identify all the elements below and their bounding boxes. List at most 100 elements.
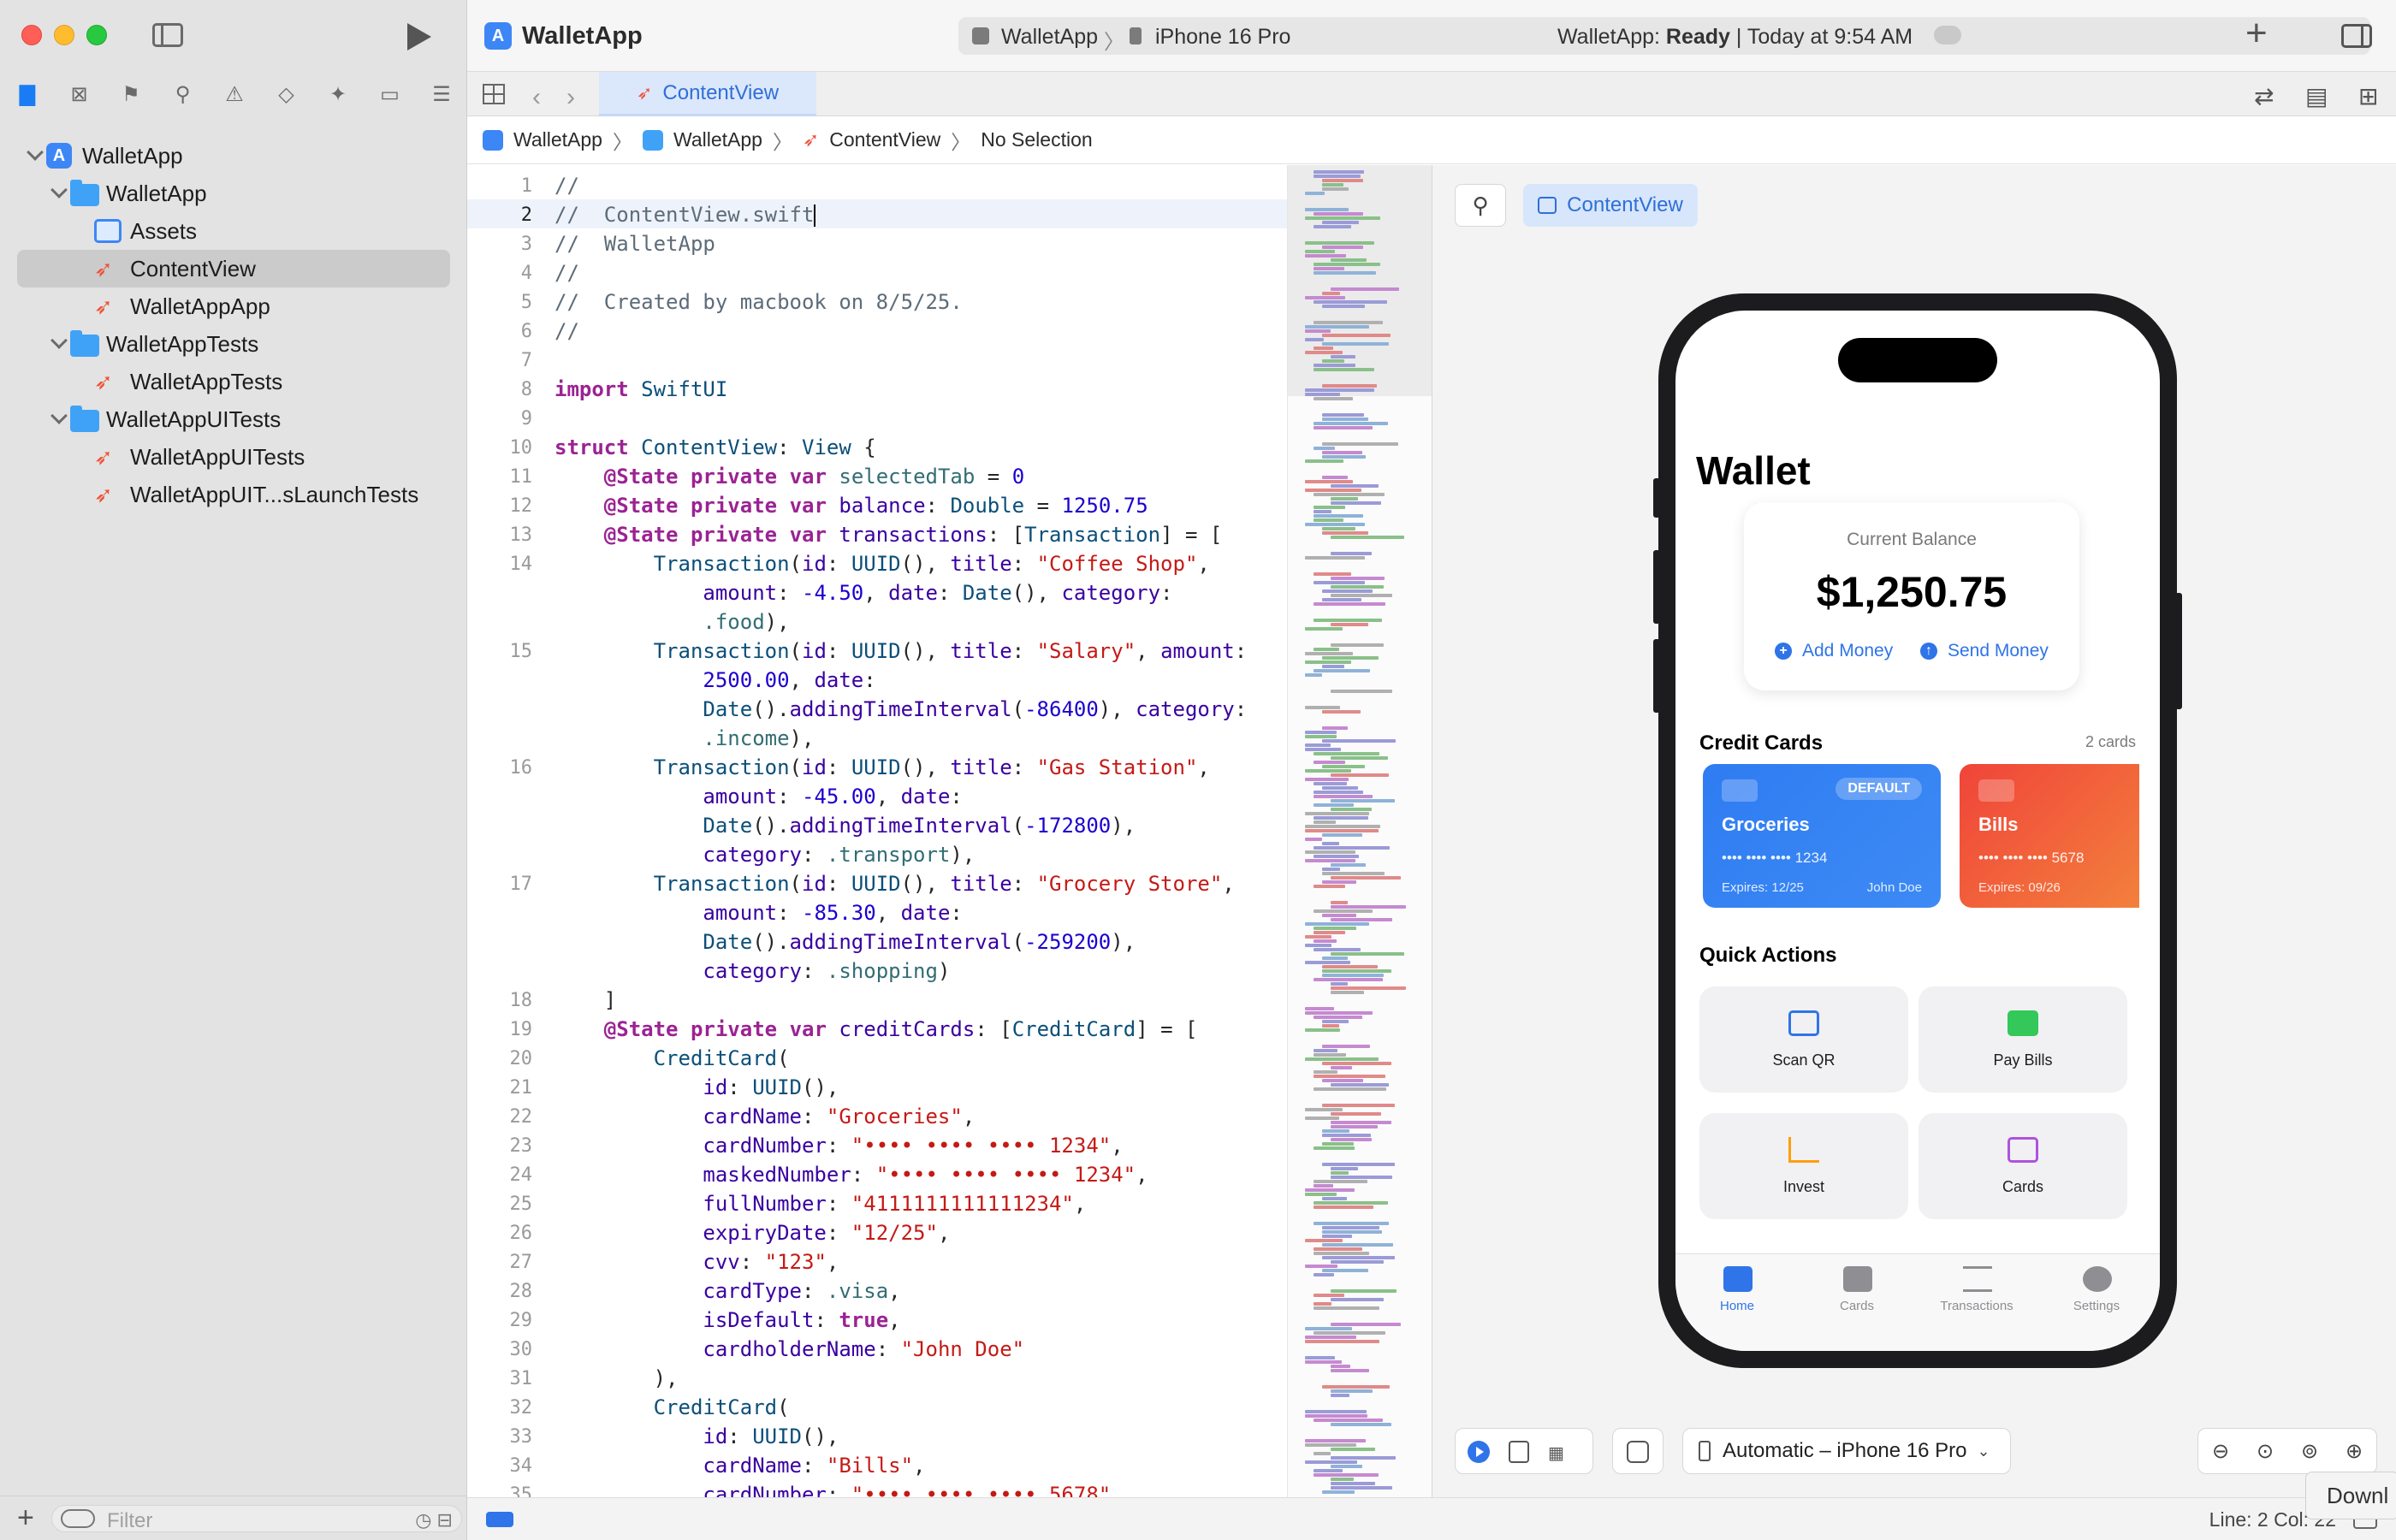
code-line[interactable]: Transaction(id: UUID(), title: "Salary",… [555,639,1248,663]
code-line[interactable]: import SwiftUI [555,377,727,401]
inspector-toggle-icon[interactable] [2341,24,2372,48]
code-line[interactable]: cardName: "Groceries", [555,1105,975,1128]
code-line[interactable]: // [555,319,579,343]
tree-item-swift[interactable]: ➶ ContentView [17,250,450,287]
add-library-button[interactable]: + [2245,12,2268,55]
code-line[interactable]: // ContentView.swift [555,203,816,227]
breadcrumb-folder[interactable]: WalletApp [673,128,762,151]
code-line[interactable]: .food), [555,610,789,634]
code-line[interactable]: // WalletApp [555,232,715,256]
code-line[interactable]: id: UUID(), [555,1424,839,1448]
code-line[interactable]: maskedNumber: "•••• •••• •••• 1234", [555,1163,1148,1187]
line-number[interactable]: 16 [467,757,533,779]
tree-item-folder[interactable]: WalletAppTests [0,325,467,363]
code-line[interactable]: category: .transport), [555,843,975,867]
line-number[interactable]: 10 [467,437,533,459]
line-number[interactable]: 21 [467,1077,533,1099]
line-number[interactable]: 1 [467,175,532,197]
tree-item-swift[interactable]: ➶ WalletAppUIT...sLaunchTests [0,476,467,513]
line-number[interactable]: 11 [467,466,533,488]
code-line[interactable]: Transaction(id: UUID(), title: "Gas Stat… [555,755,1210,779]
line-number[interactable]: 12 [467,495,533,517]
close-window-button[interactable] [21,25,42,45]
minimize-window-button[interactable] [54,25,74,45]
line-number[interactable]: 15 [467,641,533,662]
device-screen[interactable]: Wallet Current Balance $1,250.75 + Add Mo… [1675,311,2160,1351]
code-line[interactable]: @State private var balance: Double = 125… [555,494,1148,518]
line-number[interactable]: 7 [467,350,532,371]
bookmark-icon[interactable]: ⚑ [116,79,146,110]
folder-icon[interactable]: ▇ [12,79,43,110]
debug-area-toggle[interactable] [486,1512,513,1527]
code-line[interactable]: Transaction(id: UUID(), title: "Coffee S… [555,552,1210,576]
line-number[interactable]: 17 [467,874,533,895]
related-items-icon[interactable] [483,84,505,104]
credit-card-bills[interactable]: Bills •••• •••• •••• 5678 Expires: 09/26… [1960,764,2139,908]
line-number[interactable]: 9 [467,408,532,429]
code-editor[interactable]: 1 // 2 // ContentView.swift 3 // WalletApp 4 //… [467,165,1287,1497]
quick-action-pay-bills[interactable]: Pay Bills [1919,986,2127,1093]
code-line[interactable]: Transaction(id: UUID(), title: "Grocery … [555,872,1235,896]
pin-button[interactable]: ⚲ [1455,184,1506,227]
scheme-selector[interactable]: WalletApp [1001,25,1098,50]
code-line[interactable]: // [555,261,579,285]
tab-home[interactable]: Home [1677,1254,1797,1323]
back-button[interactable]: ‹ [532,83,541,112]
tree-item-folder[interactable]: WalletAppUITests [0,400,467,438]
line-number[interactable]: 33 [467,1426,533,1448]
code-line[interactable]: category: .shopping) [555,959,950,983]
source-control-icon[interactable]: ⊠ [64,79,95,110]
line-number[interactable]: 6 [467,321,532,342]
destination-selector[interactable]: iPhone 16 Pro [1155,25,1290,50]
code-line[interactable]: CreditCard( [555,1395,790,1419]
code-line[interactable]: amount: -4.50, date: Date(), category: [555,581,1172,605]
breadcrumb-symbol[interactable]: No Selection [981,128,1092,151]
code-line[interactable]: expiryDate: "12/25", [555,1221,950,1245]
code-line[interactable]: amount: -45.00, date: [555,785,962,808]
variants-button[interactable]: ▦ [1548,1442,1564,1464]
line-number[interactable]: 32 [467,1397,533,1419]
code-line[interactable]: @State private var creditCards: [CreditC… [555,1017,1198,1041]
zoom-to-fit-icon[interactable]: ⊙ [2257,1439,2274,1464]
minimap-viewport[interactable] [1288,165,1432,396]
quick-action-invest[interactable]: Invest [1699,1113,1908,1219]
code-line[interactable]: cvv: "123", [555,1250,839,1274]
breadcrumb-file[interactable]: ContentView [829,128,940,151]
line-number[interactable]: 25 [467,1194,533,1215]
chevron-down-icon[interactable] [50,181,68,198]
tree-item-swift[interactable]: ➶ WalletAppUITests [0,438,467,476]
breakpoint-icon[interactable]: ▭ [375,79,406,110]
tree-item-assets[interactable]: Assets [0,212,467,250]
tree-item-folder[interactable]: WalletApp [0,175,467,212]
editor-options-icon[interactable]: ▤ [2305,82,2328,110]
warning-icon[interactable]: ⚠ [219,79,250,110]
code-line[interactable]: fullNumber: "4111111111111234", [555,1192,1086,1216]
code-line[interactable]: // Created by macbook on 8/5/25. [555,290,963,314]
zoom-out-icon[interactable]: ⊖ [2212,1439,2229,1464]
tab-contentview[interactable]: ➶ ContentView [599,72,816,116]
test-diamond-icon[interactable]: ◇ [271,79,302,110]
code-line[interactable]: ] [555,988,616,1012]
code-line[interactable]: @State private var transactions: [Transa… [555,523,1223,547]
tab-transactions[interactable]: Transactions [1917,1254,2037,1323]
code-line[interactable]: CreditCard( [555,1046,790,1070]
code-line[interactable]: ), [555,1366,679,1390]
code-line[interactable]: Date().addingTimeInterval(-86400), categ… [555,697,1247,721]
tab-cards[interactable]: Cards [1797,1254,1917,1323]
line-number[interactable]: 14 [467,554,533,575]
line-number[interactable]: 2 [467,204,532,226]
line-number[interactable]: 31 [467,1368,533,1389]
line-number[interactable]: 24 [467,1164,533,1186]
quick-action-scan-qr[interactable]: Scan QR [1699,986,1908,1093]
code-line[interactable]: Date().addingTimeInterval(-259200), [555,930,1136,954]
credit-card-groceries[interactable]: DEFAULT Groceries •••• •••• •••• 1234 Ex… [1703,764,1941,908]
line-number[interactable]: 23 [467,1135,533,1157]
search-icon[interactable]: ⚲ [168,79,199,110]
chevron-down-icon[interactable] [27,144,44,161]
sidebar-toggle-icon[interactable] [152,23,183,47]
add-editor-icon[interactable]: ⊞ [2358,82,2378,110]
line-number[interactable]: 28 [467,1281,533,1302]
chevron-down-icon[interactable] [50,407,68,424]
tree-item-project[interactable]: A WalletApp [0,137,467,175]
zoom-window-button[interactable] [86,25,107,45]
